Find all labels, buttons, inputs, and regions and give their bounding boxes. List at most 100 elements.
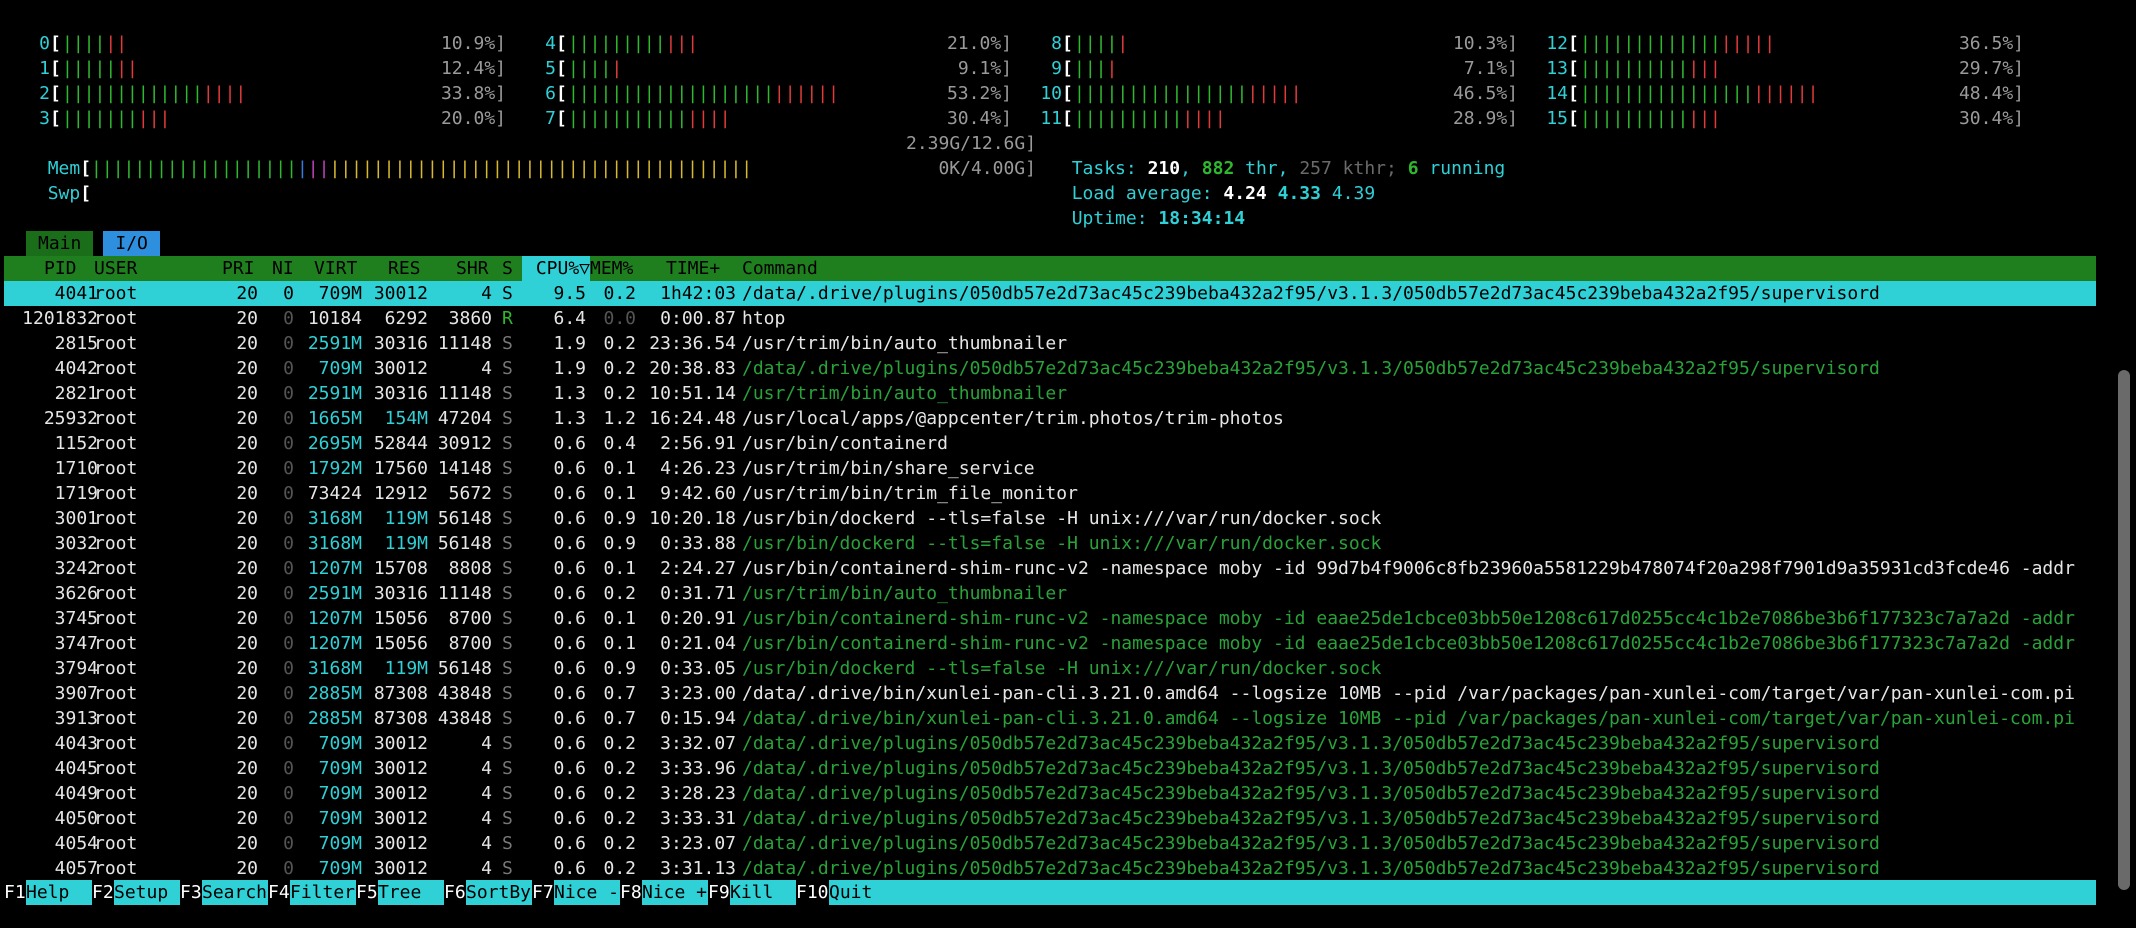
cell-pri: 20 — [236, 533, 258, 554]
table-row[interactable]: 1201832 root 20 0 10184 6292 3860 R 6.4 0.0 0:00.8… — [4, 306, 2096, 331]
col-res[interactable]: RES — [388, 256, 421, 281]
col-mem[interactable]: MEM% — [590, 256, 633, 281]
col-cpu-sorted[interactable]: CPU%▽ — [522, 256, 590, 281]
col-pid[interactable]: PID — [44, 256, 77, 281]
table-row[interactable]: 25932 root 20 0 1665M 154M 47204 S 1.3 1.2 16:24.4… — [4, 406, 2096, 431]
table-row[interactable]: 4042 root 20 0 709M 30012 4 S 1.9 0.2 20:38.83/dat… — [4, 356, 2096, 381]
cell-ni: 0 — [283, 483, 294, 504]
fkey-f4[interactable]: F4 — [268, 880, 290, 905]
cpu-label: 5 — [545, 58, 556, 79]
cell-time: 3:33.31 — [660, 808, 736, 829]
fkey-label-kill[interactable]: Kill — [730, 880, 773, 905]
cell-res: 52844 — [373, 433, 428, 454]
table-row[interactable]: 2815 root 20 0 2591M 30316 11148 S 1.9 0.2 23:36.5… — [4, 331, 2096, 356]
fkey-f8[interactable]: F8 — [620, 880, 642, 905]
cell-cmd: /data/.drive/plugins/050db57e2d73ac45c23… — [742, 358, 1880, 379]
cpu-label: 14 — [1546, 83, 1568, 104]
cell-user: root — [94, 458, 138, 479]
cell-virt: 2885M — [307, 708, 362, 729]
table-row[interactable]: 3001 root 20 0 3168M 119M 56148 S 0.6 0.9 10:20.18… — [4, 506, 2096, 531]
table-row[interactable]: 3626 root 20 0 2591M 30316 11148 S 0.6 0.2 0:31.71… — [4, 581, 2096, 606]
cell-ni: 0 — [283, 858, 294, 879]
fkey-f1[interactable]: F1 — [4, 880, 26, 905]
cell-virt: 2591M — [307, 383, 362, 404]
table-row[interactable]: 1710 root 20 0 1792M 17560 14148 S 0.6 0.1 4:26.23… — [4, 456, 2096, 481]
table-row[interactable]: 2821 root 20 0 2591M 30316 11148 S 1.3 0.2 10:51.1… — [4, 381, 2096, 406]
col-user[interactable]: USER — [94, 256, 137, 281]
table-row[interactable]: 3242 root 20 0 1207M 15708 8808 S 0.6 0.1 2:24.27 /… — [4, 556, 2096, 581]
cell-pri: 20 — [236, 433, 258, 454]
fkey-label-filter[interactable]: Filter — [290, 880, 355, 905]
cell-mem: 0.1 — [603, 558, 636, 579]
fkey-label-setup[interactable]: Setup — [114, 880, 168, 905]
tab-main[interactable]: Main — [26, 231, 94, 256]
cell-cmd: /data/.drive/plugins/050db57e2d73ac45c23… — [742, 858, 1880, 879]
col-ni[interactable]: NI — [272, 256, 294, 281]
fkey-f3[interactable]: F3 — [180, 880, 202, 905]
cell-cpu: 0.6 — [553, 433, 586, 454]
table-row[interactable]: 4054 root 20 0 709M 30012 4 S 0.6 0.2 3:23.07/data… — [4, 831, 2096, 856]
fkey-label-help[interactable]: Help — [26, 880, 69, 905]
table-row[interactable]: 4049 root 20 0 709M 30012 4 S 0.6 0.2 3:28.23/data… — [4, 781, 2096, 806]
cell-pid: 3907 — [54, 683, 98, 704]
fkey-label-nice[interactable]: Nice - — [554, 880, 619, 905]
col-pri[interactable]: PRI — [222, 256, 255, 281]
table-row[interactable]: 3745 root 20 0 1207M 15056 8700 S 0.6 0.1 0:20.91 /… — [4, 606, 2096, 631]
fkey-label-search[interactable]: Search — [202, 880, 267, 905]
col-command[interactable]: Command — [742, 256, 818, 281]
meter-bracket: [ — [1568, 83, 1579, 104]
cell-ni: 0 — [283, 283, 294, 304]
table-row-selected[interactable]: 4041 root 20 0 709M 30012 4 S 9.5 0.2 1h42:03/data… — [4, 281, 2096, 306]
cell-s: S — [502, 333, 513, 354]
fkey-f5[interactable]: F5 — [356, 880, 378, 905]
cell-res: 30012 — [373, 283, 428, 304]
meter-bracket: [ — [50, 108, 61, 129]
fkey-f7[interactable]: F7 — [532, 880, 554, 905]
fkey-label-tree[interactable]: Tree — [378, 880, 421, 905]
table-row[interactable]: 1152 root 20 0 2695M 52844 30912 S 0.6 0.4 2:56.91… — [4, 431, 2096, 456]
col-time[interactable]: TIME+ — [666, 256, 720, 281]
table-row[interactable]: 4045 root 20 0 709M 30012 4 S 0.6 0.2 3:33.96/data… — [4, 756, 2096, 781]
table-row[interactable]: 4057 root 20 0 709M 30012 4 S 0.6 0.2 3:31.13/data… — [4, 856, 2096, 881]
fkey-f10[interactable]: F10 — [796, 880, 829, 905]
cpu-label: 8 — [1051, 33, 1062, 54]
cell-pid: 4041 — [54, 283, 98, 304]
fkey-label-quit[interactable]: Quit — [829, 880, 872, 905]
table-row[interactable]: 3794 root 20 0 3168M 119M 56148 S 0.6 0.9 0:33.05 /… — [4, 656, 2096, 681]
col-virt[interactable]: VIRT — [314, 256, 357, 281]
table-row[interactable]: 3913 root 20 0 2885M 87308 43848 S 0.6 0.7 0:15.94… — [4, 706, 2096, 731]
cell-mem: 0.4 — [603, 433, 636, 454]
col-shr[interactable]: SHR — [456, 256, 489, 281]
cell-cmd: /usr/bin/containerd-shim-runc-v2 -namesp… — [742, 608, 2075, 629]
cell-pid: 1201832 — [22, 308, 98, 329]
fkey-f6[interactable]: F6 — [444, 880, 466, 905]
fkey-label-nice[interactable]: Nice + — [642, 880, 707, 905]
fkey-f9[interactable]: F9 — [708, 880, 730, 905]
cell-cpu: 0.6 — [553, 633, 586, 654]
cell-mem: 0.2 — [603, 833, 636, 854]
tab-io[interactable]: I/O — [103, 231, 160, 256]
meter-bracket: [ — [1062, 58, 1073, 79]
scrollbar[interactable] — [2118, 370, 2130, 890]
table-row[interactable]: 3907 root 20 0 2885M 87308 43848 S 0.6 0.7 3:23.00… — [4, 681, 2096, 706]
cell-virt: 1207M — [307, 608, 362, 629]
table-row[interactable]: 3747 root 20 0 1207M 15056 8700 S 0.6 0.1 0:21.04 /… — [4, 631, 2096, 656]
cell-time: 3:23.07 — [660, 833, 736, 854]
table-row[interactable]: 1719 root 20 0 73424 12912 5672 S 0.6 0.1 9:42.60 /… — [4, 481, 2096, 506]
table-row[interactable]: 3032 root 20 0 3168M 119M 56148 S 0.6 0.9 0:33.88 /… — [4, 531, 2096, 556]
cell-cpu: 0.6 — [553, 658, 586, 679]
cell-shr: 14148 — [437, 458, 492, 479]
table-row[interactable]: 4043 root 20 0 709M 30012 4 S 0.6 0.2 3:32.07/data… — [4, 731, 2096, 756]
cell-mem: 0.9 — [603, 533, 636, 554]
mem-bars-cache: ||||||||||||||||||||||||||||||||||||||| — [329, 158, 753, 179]
cell-time: 0:20.91 — [660, 608, 736, 629]
table-row[interactable]: 4050 root 20 0 709M 30012 4 S 0.6 0.2 3:33.31/data… — [4, 806, 2096, 831]
cell-cmd: /usr/trim/bin/auto_thumbnailer — [742, 383, 1068, 404]
cell-virt: 709M — [318, 283, 362, 304]
cell-res: 119M — [384, 658, 428, 679]
cpu-meter-0: 0[|||||| 10.9%] — [10, 31, 506, 56]
cell-time: 10:51.14 — [649, 383, 736, 404]
fkey-f2[interactable]: F2 — [92, 880, 114, 905]
fkey-label-sortby[interactable]: SortBy — [466, 880, 531, 905]
col-state[interactable]: S — [502, 256, 513, 281]
